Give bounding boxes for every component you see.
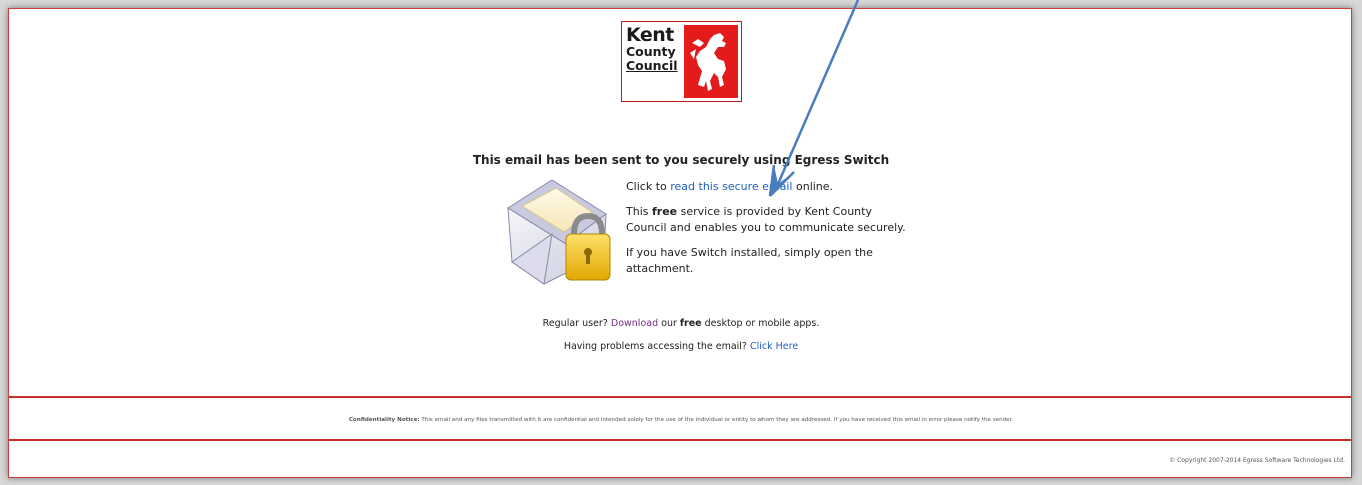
read-secure-email-link[interactable]: read this secure email (670, 180, 792, 193)
notice-label: Confidentiality Notice: (348, 417, 420, 423)
message-block: Click to read this secure email online. … (626, 179, 906, 286)
logo-line-kent: Kent (626, 24, 674, 46)
confidentiality-notice: Confidentiality Notice: This email and a… (9, 417, 1353, 423)
click-here-link[interactable]: Click Here (750, 341, 798, 352)
headline: This email has been sent to you securely… (472, 153, 890, 167)
problems-line: Having problems accessing the email? Cli… (9, 341, 1353, 352)
logo-line-council: Council (626, 57, 678, 73)
email-frame: Kent County Council This email has been … (8, 8, 1352, 478)
regular-user-suffix: desktop or mobile apps. (701, 318, 820, 329)
regular-user-line: Regular user? Download our free desktop … (9, 318, 1353, 329)
read-online-prefix: Click to (626, 180, 671, 193)
logo-line-county: County (626, 44, 676, 59)
divider-bottom (9, 439, 1351, 441)
secure-envelope-padlock-icon (500, 172, 615, 290)
switch-installed-paragraph: If you have Switch installed, simply ope… (626, 246, 873, 275)
kent-county-council-logo: Kent County Council (621, 21, 742, 102)
divider-top (9, 396, 1351, 398)
problems-prefix: Having problems accessing the email? (563, 341, 750, 352)
logo-text: Kent County Council (626, 26, 682, 72)
regular-user-prefix: Regular user? (542, 318, 611, 329)
free-apps-emphasis: free (679, 318, 702, 329)
copyright: © Copyright 2007-2014 Egress Software Te… (1169, 457, 1345, 464)
regular-user-middle: our (658, 318, 680, 329)
free-service-prefix: This (626, 205, 652, 218)
notice-text: This email and any files transmitted wit… (419, 417, 1014, 423)
read-online-paragraph: Click to read this secure email online. (626, 179, 906, 195)
download-link[interactable]: Download (611, 318, 658, 329)
free-service-paragraph: This free service is provided by Kent Co… (626, 204, 906, 236)
read-online-suffix: online. (792, 180, 834, 193)
free-emphasis: free (651, 205, 678, 218)
kent-horse-emblem-icon (684, 25, 738, 98)
